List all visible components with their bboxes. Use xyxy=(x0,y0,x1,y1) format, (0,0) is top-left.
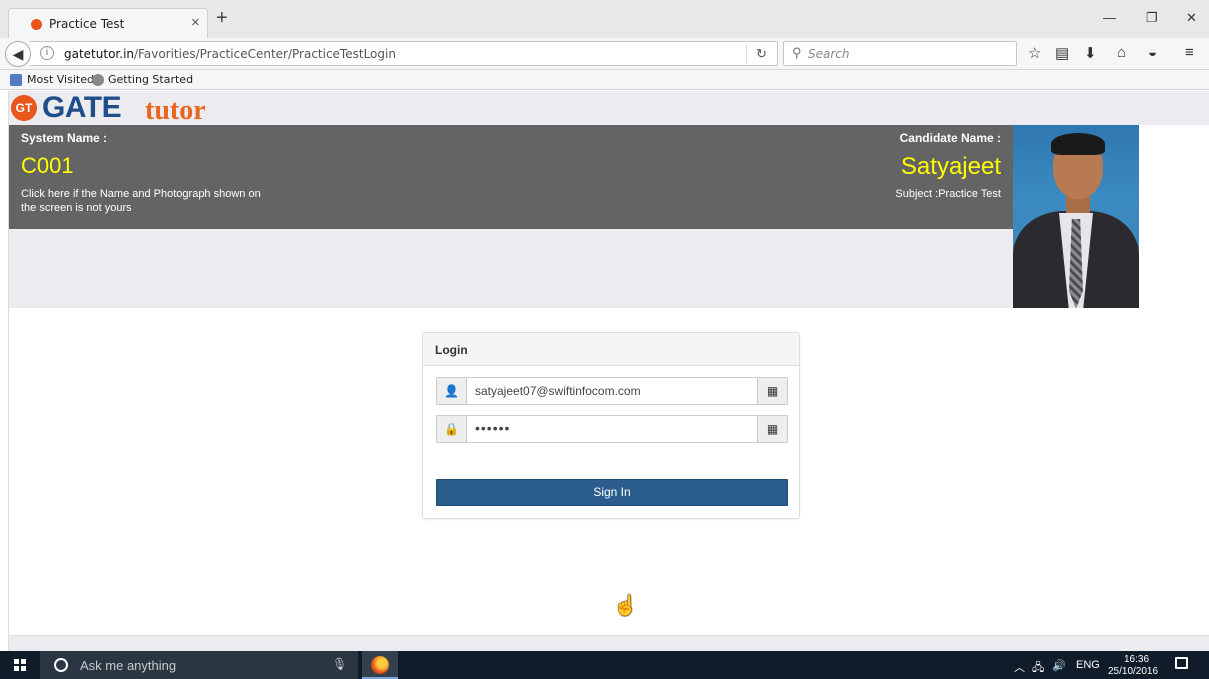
candidate-info-band: System Name : C001 Click here if the Nam… xyxy=(9,125,1013,229)
search-icon: ⚲ xyxy=(792,45,802,60)
firefox-icon xyxy=(371,656,389,674)
window-close-button[interactable]: ✕ xyxy=(1186,10,1197,26)
bookmark-star-icon[interactable]: ☆ xyxy=(1028,44,1041,62)
tray-chevron-icon[interactable]: ︿ xyxy=(1014,659,1025,675)
footer-strip xyxy=(9,635,1209,651)
candidate-photo xyxy=(1013,125,1139,308)
volume-icon[interactable]: 🔊 xyxy=(1052,659,1066,672)
most-visited-icon xyxy=(10,74,22,86)
downloads-icon[interactable]: ⬇ xyxy=(1084,44,1097,62)
url-bar[interactable]: i gatetutor.in/Favorities/PracticeCenter… xyxy=(30,41,778,66)
lock-icon: 🔒 xyxy=(437,416,467,442)
photo-hair xyxy=(1051,133,1105,155)
new-tab-button[interactable]: + xyxy=(216,8,228,28)
url-text[interactable]: gatetutor.in/Favorities/PracticeCenter/P… xyxy=(64,47,396,61)
window-restore-button[interactable]: ❐ xyxy=(1146,10,1158,26)
reading-list-icon[interactable]: ▤ xyxy=(1055,44,1069,62)
logo-strip: GT GATE tutor xyxy=(9,91,1209,126)
bookmark-getting-started[interactable]: Getting Started xyxy=(108,73,193,86)
login-title: Login xyxy=(423,333,799,366)
menu-icon[interactable]: ≡ xyxy=(1185,44,1194,61)
user-icon: 👤 xyxy=(437,378,467,404)
windows-taskbar: Ask me anything 🎙 ︿ 🖧 🔊 ENG 16:36 25/10/… xyxy=(0,651,1209,679)
network-icon[interactable]: 🖧 xyxy=(1032,659,1044,678)
clock-time[interactable]: 16:36 xyxy=(1124,654,1149,665)
candidate-name-label: Candidate Name : xyxy=(899,131,1001,145)
back-arrow-icon: ◀ xyxy=(12,46,24,62)
username-field[interactable]: 👤 satyajeet07@swiftinfocom.com ▦ xyxy=(436,377,788,405)
clock-date[interactable]: 25/10/2016 xyxy=(1108,666,1158,677)
subject-value: Practice Test xyxy=(938,188,1001,200)
system-name-value: C001 xyxy=(21,153,74,178)
home-icon[interactable]: ⌂ xyxy=(1117,44,1126,61)
username-value[interactable]: satyajeet07@swiftinfocom.com xyxy=(475,384,641,398)
browser-tab-practice-test[interactable]: Practice Test × xyxy=(8,8,208,38)
language-indicator[interactable]: ENG xyxy=(1076,659,1100,671)
subject-label: Subject xyxy=(895,188,938,200)
page-content: GT GATE tutor System Name : C001 Click h… xyxy=(8,91,1209,651)
tab-title: Practice Test xyxy=(49,17,125,31)
microphone-icon[interactable]: 🎙 xyxy=(332,657,347,671)
bookmark-most-visited[interactable]: Most Visited xyxy=(27,73,94,86)
virtual-keyboard-icon[interactable]: ▦ xyxy=(757,378,787,404)
password-field[interactable]: 🔒 •••••• ▦ xyxy=(436,415,788,443)
logo-text-gate: GATE xyxy=(42,91,122,124)
url-separator xyxy=(746,44,747,63)
search-placeholder: Search xyxy=(808,47,850,61)
browser-tabbar: Practice Test × + — ❐ ✕ xyxy=(0,0,1209,38)
url-path: /Favorities/PracticeCenter/PracticeTestL… xyxy=(134,47,396,61)
cortana-icon xyxy=(54,658,68,672)
taskbar-firefox-button[interactable] xyxy=(362,651,398,679)
candidate-name-value: Satyajeet xyxy=(900,153,1001,180)
window-minimize-button[interactable]: — xyxy=(1103,10,1116,25)
gatetutor-logo-badge: GT xyxy=(11,95,37,121)
cortana-placeholder: Ask me anything xyxy=(80,658,177,673)
virtual-keyboard-icon[interactable]: ▦ xyxy=(757,416,787,442)
logo-text-tutor: tutor xyxy=(145,95,206,126)
action-center-icon[interactable] xyxy=(1175,657,1188,669)
url-host: gatetutor.in xyxy=(64,47,135,61)
reload-icon[interactable]: ↻ xyxy=(756,46,767,62)
pocket-icon[interactable]: ◒ xyxy=(1148,44,1157,61)
tab-close-icon[interactable]: × xyxy=(191,14,200,31)
cortana-search-box[interactable]: Ask me anything 🎙 xyxy=(40,651,358,679)
login-panel: Login 👤 satyajeet07@swiftinfocom.com ▦ 🔒… xyxy=(422,332,800,519)
bookmarks-toolbar: Most Visited Getting Started xyxy=(0,70,1209,90)
not-yours-link[interactable]: Click here if the Name and Photograph sh… xyxy=(21,187,261,215)
browser-navbar: i gatetutor.in/Favorities/PracticeCenter… xyxy=(0,38,1209,70)
header-gray-band xyxy=(9,229,1013,308)
site-info-icon[interactable]: i xyxy=(40,46,54,60)
password-value[interactable]: •••••• xyxy=(475,420,510,436)
windows-start-icon[interactable] xyxy=(14,659,26,671)
sign-in-button[interactable]: Sign In xyxy=(436,479,788,506)
getting-started-globe-icon xyxy=(92,74,104,86)
back-button[interactable]: ◀ xyxy=(5,41,31,67)
search-bar[interactable]: ⚲ Search xyxy=(783,41,1017,66)
system-name-label: System Name : xyxy=(21,131,108,145)
hand-cursor-icon: ☝ xyxy=(613,595,638,617)
gatetutor-favicon-icon xyxy=(31,19,42,30)
subject-line: SubjectPractice Test xyxy=(895,188,1001,200)
